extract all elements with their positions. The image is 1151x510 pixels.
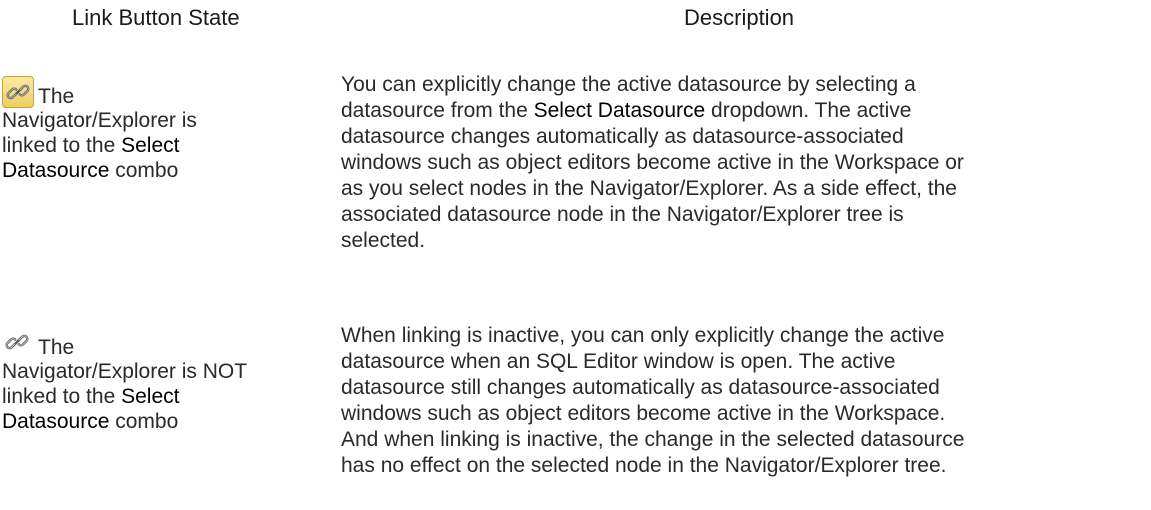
state-text-the: The <box>38 336 75 359</box>
chain-link-icon <box>2 76 34 108</box>
state-text-line: linked to the Select <box>2 134 180 157</box>
description-line: You can explicitly change the active dat… <box>341 73 916 96</box>
select-term: Select <box>121 134 180 157</box>
datasource-term: Datasource <box>2 159 110 182</box>
description-line: as you select nodes in the Navigator/Exp… <box>341 177 957 200</box>
state-text-line: Datasource combo <box>2 410 179 433</box>
description-line: associated datasource node in the Naviga… <box>341 203 904 226</box>
column-header-link-button-state: Link Button State <box>72 5 240 30</box>
description-cell: When linking is inactive, you can only e… <box>341 323 1146 479</box>
state-text-the: The <box>38 85 75 108</box>
state-text-line: Datasource combo <box>2 159 179 182</box>
description-line: When linking is inactive, you can only e… <box>341 324 945 347</box>
description-cell: You can explicitly change the active dat… <box>341 72 1146 254</box>
column-header-description: Description <box>684 5 795 30</box>
state-text-line: Navigator/Explorer is NOT <box>2 360 248 383</box>
description-line: And when linking is inactive, the change… <box>341 428 965 451</box>
description-line: windows such as object editors become ac… <box>341 402 946 425</box>
chain-link-icon <box>2 327 34 359</box>
link-state-cell: The Navigator/Explorer is linked to the … <box>2 72 332 183</box>
state-text-line: linked to the Select <box>2 385 180 408</box>
select-term: Select <box>121 385 180 408</box>
link-state-cell: The Navigator/Explorer is NOT linked to … <box>2 323 332 434</box>
description-line: datasource still changes automatically a… <box>341 376 940 399</box>
datasource-term: Datasource <box>2 410 110 433</box>
description-line: datasource when an SQL Editor window is … <box>341 350 896 373</box>
description-line: selected. <box>341 229 426 252</box>
description-line: datasource from the Select Datasource dr… <box>341 99 912 122</box>
description-line: windows such as object editors become ac… <box>341 151 964 174</box>
state-text-line: Navigator/Explorer is <box>2 109 197 132</box>
select-datasource-term: Select Datasource <box>533 99 706 122</box>
link-button-state-table: Link Button State Description The Naviga… <box>0 0 1151 510</box>
description-line: datasource changes automatically as data… <box>341 125 904 148</box>
description-line: has no effect on the selected node in th… <box>341 454 947 477</box>
